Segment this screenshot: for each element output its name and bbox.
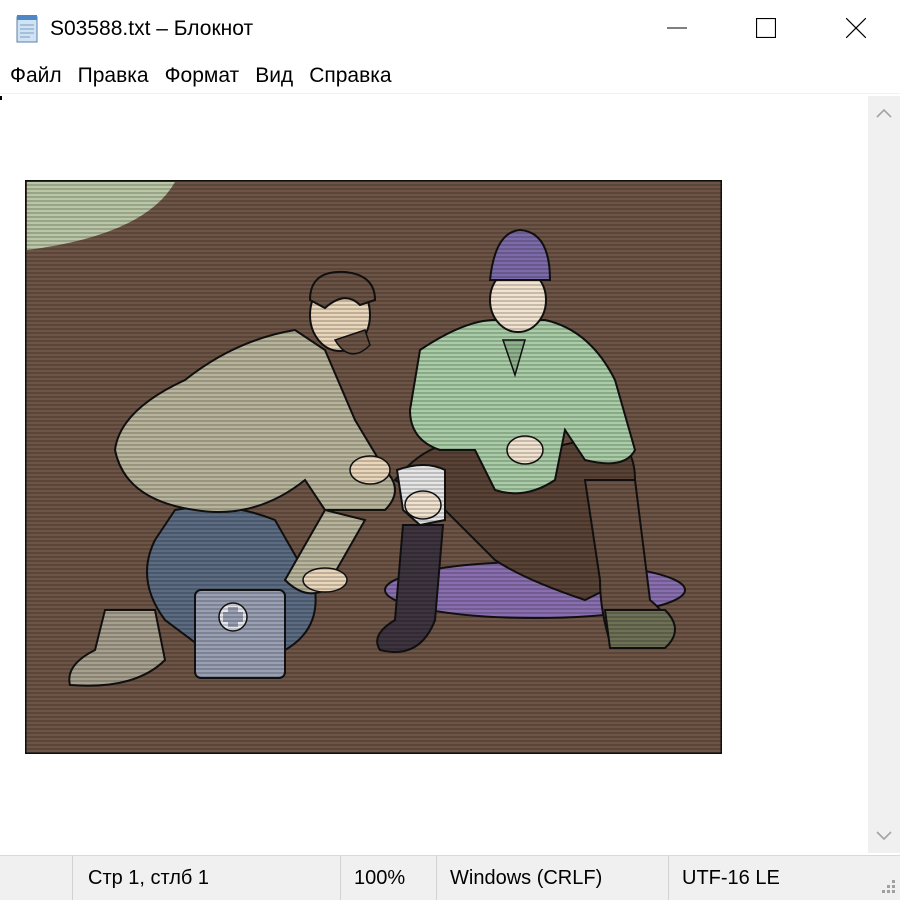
minimize-icon	[667, 27, 687, 29]
maximize-icon	[756, 18, 776, 38]
chevron-up-icon	[876, 108, 892, 118]
cursor-position: Стр 1, стлб 1	[88, 867, 210, 889]
status-bar: Стр 1, стлб 1 100% Windows (CRLF) UTF-16…	[0, 855, 900, 900]
menu-file[interactable]: Файл	[2, 58, 70, 94]
encoding: UTF-16 LE	[682, 867, 780, 889]
maximize-button[interactable]	[720, 0, 812, 56]
close-icon	[846, 18, 866, 38]
menu-edit[interactable]: Правка	[70, 58, 157, 94]
menu-view[interactable]: Вид	[247, 58, 301, 94]
text-editor[interactable]	[0, 96, 868, 853]
window-title: S03588.txt – Блокнот	[50, 17, 254, 40]
text-caret	[0, 96, 2, 100]
scroll-up-button[interactable]	[868, 96, 900, 130]
chevron-down-icon	[876, 831, 892, 841]
close-button[interactable]	[810, 0, 900, 56]
scroll-down-button[interactable]	[868, 819, 900, 853]
minimize-button[interactable]	[631, 0, 723, 56]
title-bar: S03588.txt – Блокнот	[0, 0, 900, 56]
line-endings: Windows (CRLF)	[450, 867, 603, 889]
vertical-scrollbar[interactable]	[868, 96, 900, 853]
illustration-image	[25, 180, 722, 754]
status-divider	[72, 856, 73, 900]
menu-help[interactable]: Справка	[301, 58, 399, 94]
zoom-level: 100%	[354, 867, 406, 889]
notepad-icon	[16, 15, 38, 43]
menu-bar: Файл Правка Формат Вид Справка	[0, 58, 900, 94]
menu-format[interactable]: Формат	[157, 58, 248, 94]
resize-grip-icon[interactable]	[876, 874, 898, 898]
